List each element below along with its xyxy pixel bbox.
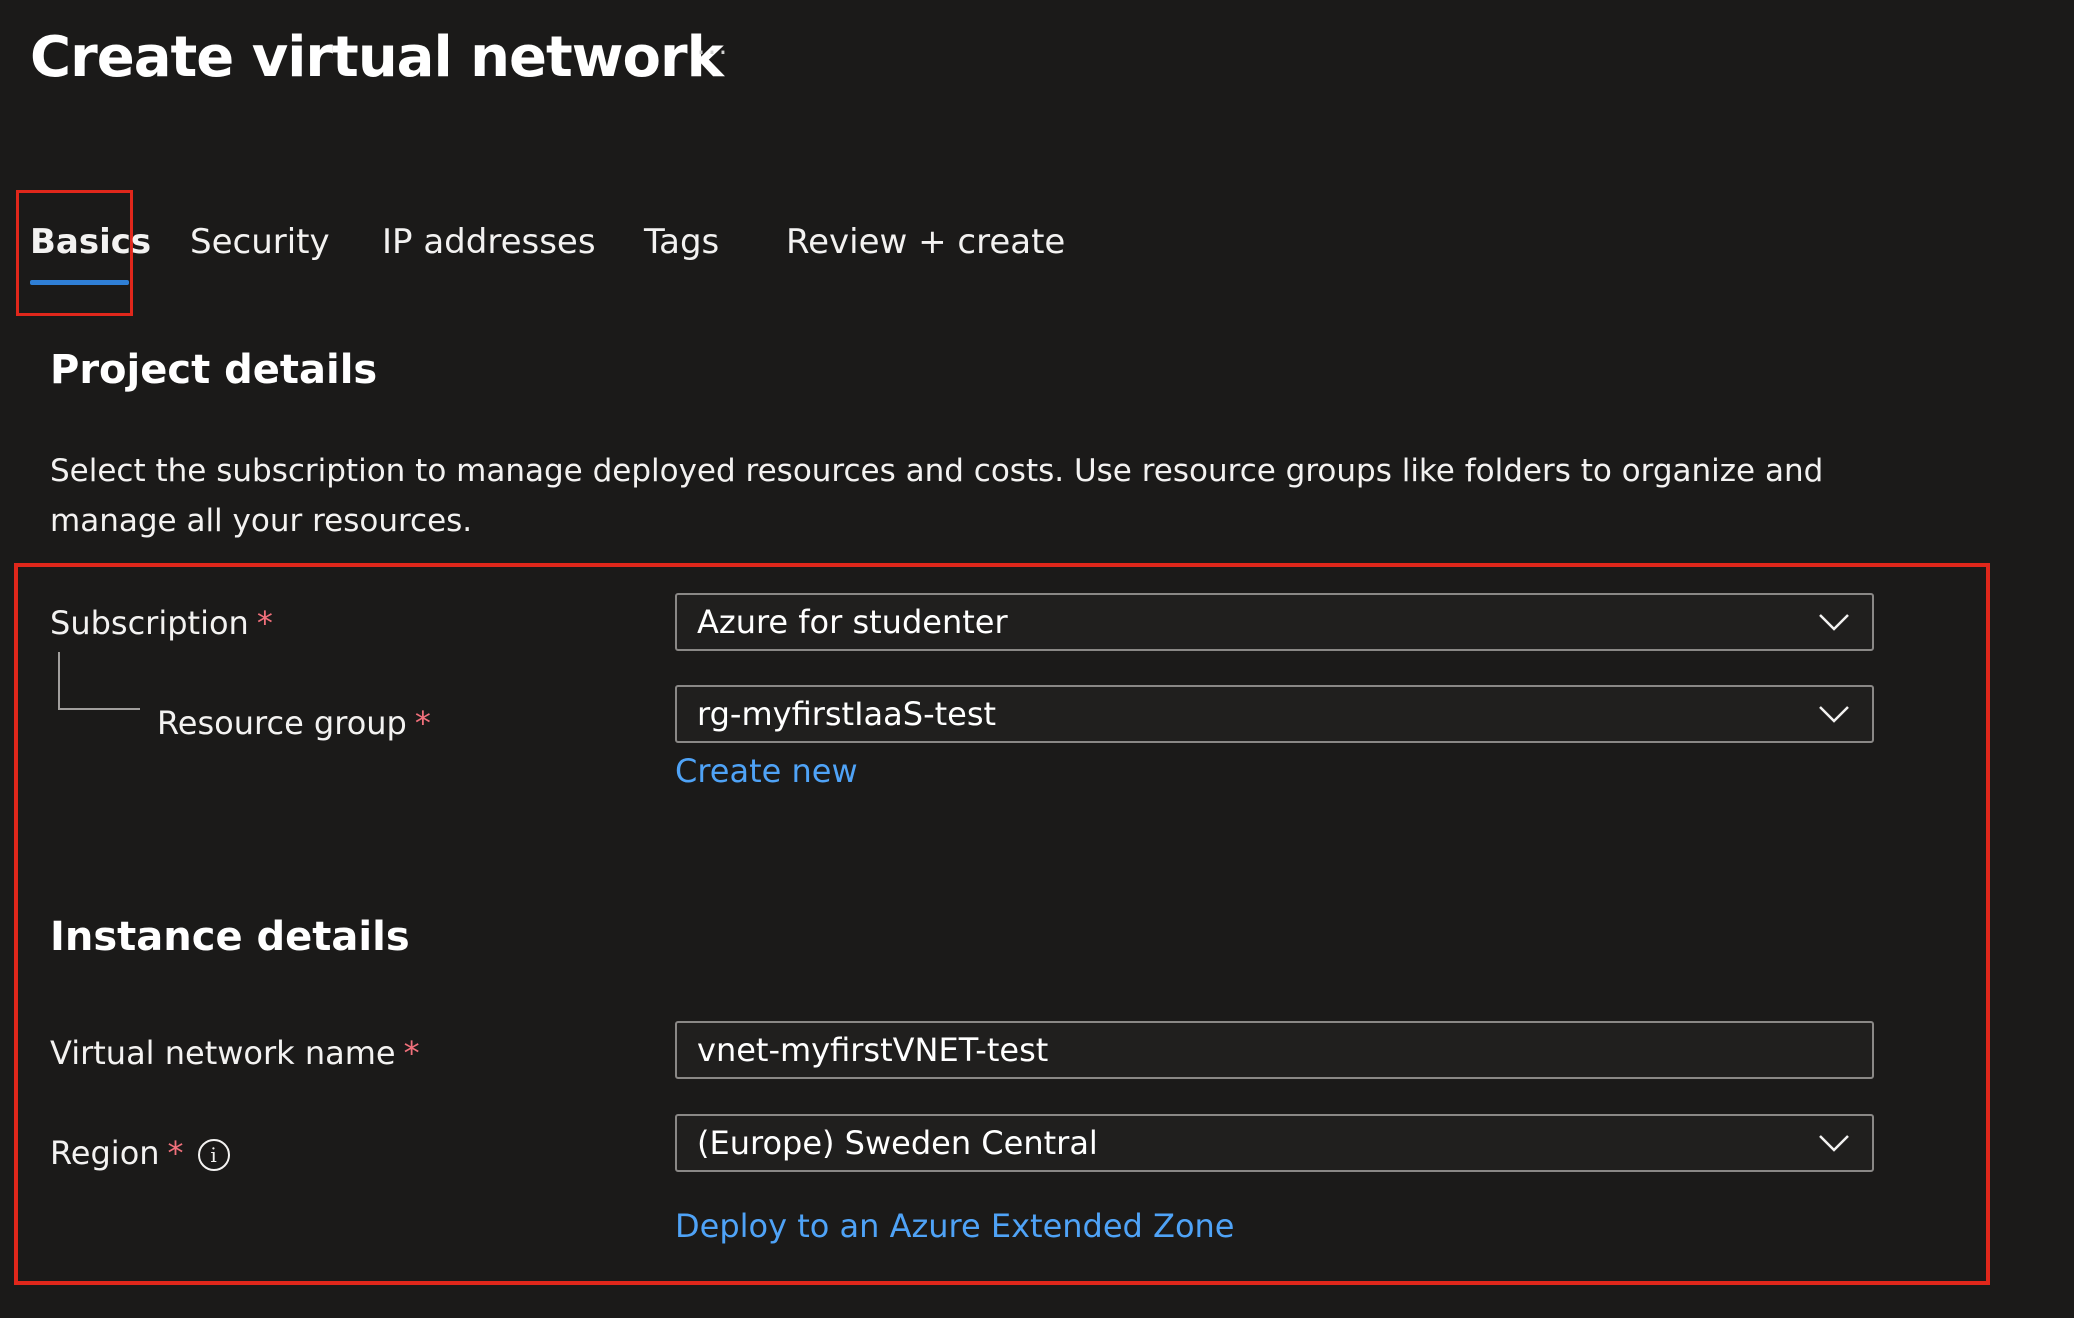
region-value: (Europe) Sweden Central <box>697 1124 1098 1162</box>
required-marker: * <box>414 704 431 742</box>
required-marker: * <box>256 604 273 642</box>
subscription-label: Subscription * <box>50 604 273 642</box>
region-label: Region * i <box>50 1130 230 1176</box>
tab-review-create[interactable]: Review + create <box>786 218 1065 266</box>
subscription-value: Azure for studenter <box>697 603 1008 641</box>
project-details-description: Select the subscription to manage deploy… <box>50 453 1824 539</box>
required-marker: * <box>403 1034 420 1072</box>
resource-group-dropdown[interactable]: rg-myfirstIaaS-test <box>675 685 1874 743</box>
project-details-heading: Project details <box>50 347 378 393</box>
subscription-dropdown[interactable]: Azure for studenter <box>675 593 1874 651</box>
chevron-down-icon <box>1819 1135 1849 1152</box>
region-dropdown[interactable]: (Europe) Sweden Central <box>675 1114 1874 1172</box>
tab-tags[interactable]: Tags <box>644 218 719 266</box>
chevron-down-icon <box>1819 706 1849 723</box>
resource-group-value: rg-myfirstIaaS-test <box>697 695 997 733</box>
tab-security[interactable]: Security <box>190 218 330 266</box>
deploy-extended-zone-link[interactable]: Deploy to an Azure Extended Zone <box>675 1203 1234 1249</box>
more-icon: ··· <box>696 36 730 69</box>
instance-details-heading: Instance details <box>50 914 410 960</box>
more-options-button[interactable]: ··· <box>690 30 736 76</box>
vnet-name-value: vnet-myfirstVNET-test <box>697 1031 1049 1069</box>
page-title: Create virtual network <box>30 25 724 90</box>
vnet-name-label: Virtual network name * <box>50 1034 420 1072</box>
resource-group-label: Resource group * <box>157 704 431 742</box>
chevron-down-icon <box>1819 614 1849 631</box>
vnet-name-input[interactable]: vnet-myfirstVNET-test <box>675 1021 1874 1079</box>
tab-ip-addresses[interactable]: IP addresses <box>382 218 596 266</box>
required-marker: * <box>167 1134 184 1172</box>
tab-selected-indicator <box>30 280 129 285</box>
create-new-link[interactable]: Create new <box>675 748 858 794</box>
tree-connector <box>58 652 140 710</box>
tab-basics[interactable]: Basics <box>30 218 151 266</box>
info-icon[interactable]: i <box>197 1139 230 1171</box>
